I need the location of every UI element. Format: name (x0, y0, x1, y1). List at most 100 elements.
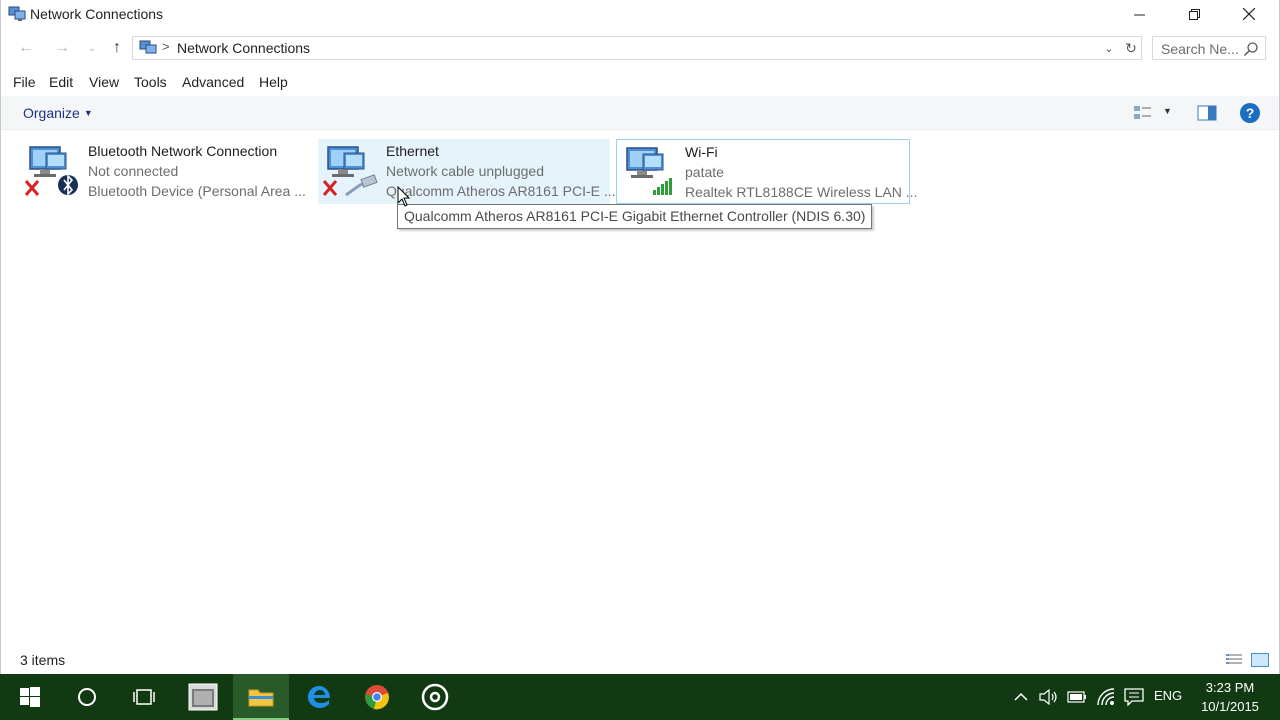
connection-name: Bluetooth Network Connection (88, 143, 278, 159)
wifi-signal-icon (653, 178, 672, 195)
minimize-icon (1133, 14, 1145, 15)
menu-advanced[interactable]: Advanced (182, 74, 244, 90)
connection-item-bluetooth[interactable]: Bluetooth Network Connection Not connect… (20, 139, 312, 204)
taskbar-network-connections[interactable] (175, 674, 231, 720)
help-button[interactable]: ? (1240, 103, 1260, 123)
device-tooltip: Qualcomm Atheros AR8161 PCI-E Gigabit Et… (397, 204, 873, 229)
menu-view[interactable]: View (89, 74, 119, 90)
menu-file[interactable]: File (13, 74, 36, 90)
menu-help[interactable]: Help (259, 74, 288, 90)
search-input[interactable]: Search Ne... (1152, 36, 1266, 60)
preview-pane-icon[interactable] (1197, 105, 1217, 121)
connection-status: Not connected (88, 163, 179, 179)
connection-item-wifi[interactable]: Wi-Fi patate Realtek RTL8188CE Wireless … (616, 139, 917, 204)
explorer-window: Network Connections ← → ⌄ ↑ > Network Co… (0, 0, 1280, 674)
connection-device: Realtek RTL8188CE Wireless LAN ... (685, 184, 918, 200)
up-button[interactable]: ↑ (104, 36, 130, 60)
chevron-down-icon: ⌄ (87, 42, 97, 54)
taskbar-edge[interactable] (291, 674, 347, 720)
volume-button[interactable] (1039, 687, 1059, 707)
restore-icon (1188, 8, 1200, 20)
speaker-icon (1039, 689, 1057, 705)
navigation-bar: ← → ⌄ ↑ > Network Connections ⌄ ↻ Search… (1, 34, 1279, 62)
connection-device: Qualcomm Atheros AR8161 PCI-E ... (386, 183, 616, 199)
mouse-cursor-icon (397, 186, 411, 207)
menu-edit[interactable]: Edit (49, 74, 73, 90)
tiles-view-icon[interactable] (1251, 653, 1269, 667)
caret-down-icon: ▼ (83, 108, 93, 118)
connection-device: Bluetooth Device (Personal Area ... (88, 183, 306, 199)
title-bar: Network Connections (1, 0, 1279, 30)
ethernet-cable-icon (345, 174, 378, 197)
task-view-icon (133, 689, 155, 705)
connection-name: Wi-Fi (685, 144, 718, 160)
folder-icon (248, 689, 274, 707)
connection-name: Ethernet (386, 143, 439, 159)
network-connections-icon (8, 6, 26, 21)
command-bar: Organize ▼ ▼ ? (1, 96, 1279, 130)
item-count: 3 items (20, 652, 66, 668)
breadcrumb-separator[interactable]: > (162, 39, 170, 54)
battery-button[interactable] (1067, 687, 1087, 707)
chevron-down-icon: ⌄ (1104, 42, 1114, 55)
connection-status: Network cable unplugged (386, 163, 544, 179)
connection-item-ethernet[interactable]: Ethernet Network cable unplugged Qualcom… (318, 139, 616, 204)
error-x-icon (322, 180, 338, 196)
change-view-caret-icon[interactable]: ▼ (1163, 106, 1172, 116)
search-placeholder: Search Ne... (1161, 41, 1239, 57)
window-title: Network Connections (30, 6, 164, 22)
connection-status: patate (685, 164, 724, 180)
minimize-button[interactable] (1111, 0, 1167, 28)
up-arrow-icon: ↑ (113, 39, 121, 56)
network-tray-button[interactable] (1096, 687, 1116, 707)
network-adapter-icon (322, 146, 378, 197)
taskbar-file-explorer[interactable] (233, 674, 289, 720)
chevron-up-icon (1014, 692, 1028, 701)
task-view-button[interactable] (116, 674, 172, 720)
refresh-button[interactable]: ↻ (1121, 37, 1141, 59)
input-language[interactable]: ENG (1154, 688, 1182, 703)
search-icon (1243, 42, 1258, 57)
breadcrumb-network-connections[interactable]: Network Connections (177, 40, 310, 56)
status-bar: 3 items (1, 648, 1279, 674)
notification-icon (1124, 688, 1144, 706)
restore-button[interactable] (1166, 0, 1222, 28)
clock-time: 3:23 PM (1205, 680, 1255, 695)
windows-logo-icon (20, 687, 40, 707)
taskbar-groove-music[interactable] (407, 674, 463, 720)
edge-browser-icon (308, 686, 330, 708)
show-hidden-icons-button[interactable] (1011, 687, 1031, 707)
refresh-icon: ↻ (1125, 39, 1137, 56)
chrome-browser-icon (365, 685, 389, 710)
back-button[interactable]: ← (13, 36, 39, 60)
network-adapter-icon (626, 147, 672, 195)
menu-bar: File Edit View Tools Advanced Help (1, 72, 1279, 94)
forward-button[interactable]: → (49, 36, 75, 60)
network-connections-icon (139, 40, 157, 54)
cortana-button[interactable] (59, 674, 115, 720)
clock[interactable]: 3:23 PM 10/1/2015 (1192, 678, 1268, 716)
error-x-icon (24, 180, 40, 196)
start-button[interactable] (2, 674, 58, 720)
wifi-icon (1097, 688, 1115, 706)
details-view-icon[interactable] (1225, 653, 1243, 667)
address-bar[interactable]: > Network Connections ⌄ ↻ (132, 36, 1142, 60)
forward-arrow-icon: → (54, 39, 70, 56)
battery-icon (1067, 691, 1086, 703)
cortana-circle-icon (78, 688, 96, 706)
clock-date: 10/1/2015 (1201, 699, 1259, 714)
action-center-button[interactable] (1124, 687, 1144, 707)
change-view-icon[interactable] (1133, 104, 1153, 122)
help-icon: ? (1245, 105, 1255, 121)
menu-tools[interactable]: Tools (134, 74, 167, 90)
close-icon (1243, 8, 1255, 20)
organize-button[interactable]: Organize ▼ (23, 105, 93, 121)
close-button[interactable] (1221, 0, 1277, 28)
bluetooth-icon (58, 174, 78, 196)
recent-locations-button[interactable]: ⌄ (79, 36, 105, 60)
back-arrow-icon: ← (18, 39, 34, 56)
music-disc-icon (421, 683, 449, 711)
address-history-button[interactable]: ⌄ (1099, 37, 1119, 59)
taskbar-chrome[interactable] (349, 674, 405, 720)
organize-label: Organize (23, 105, 80, 121)
